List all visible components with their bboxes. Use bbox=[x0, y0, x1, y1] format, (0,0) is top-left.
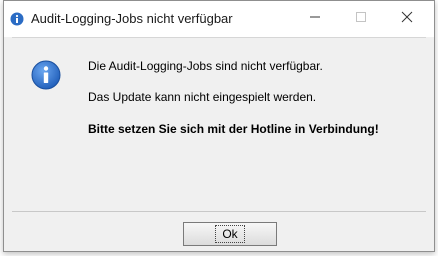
info-icon bbox=[10, 12, 24, 26]
window-title: Audit-Logging-Jobs nicht verfügbar bbox=[31, 11, 233, 26]
minimize-button[interactable] bbox=[292, 1, 338, 37]
info-icon bbox=[31, 60, 61, 90]
close-button[interactable] bbox=[384, 1, 430, 37]
button-separator bbox=[12, 211, 426, 212]
maximize-button[interactable] bbox=[338, 1, 384, 37]
message-line-1: Die Audit-Logging-Jobs sind nicht verfüg… bbox=[88, 59, 323, 73]
ok-button[interactable]: Ok bbox=[183, 222, 277, 246]
maximize-icon bbox=[355, 10, 367, 28]
message-line-2: Das Update kann nicht eingespielt werden… bbox=[88, 90, 317, 104]
close-icon bbox=[401, 10, 413, 28]
message-dialog-window: Audit-Logging-Jobs nicht verfügbar Die A… bbox=[3, 0, 435, 252]
title-bar[interactable]: Audit-Logging-Jobs nicht verfügbar bbox=[4, 1, 434, 37]
ok-button-label: Ok bbox=[215, 225, 245, 243]
message-line-3: Bitte setzen Sie sich mit der Hotline in… bbox=[88, 122, 379, 136]
minimize-icon bbox=[309, 10, 321, 28]
